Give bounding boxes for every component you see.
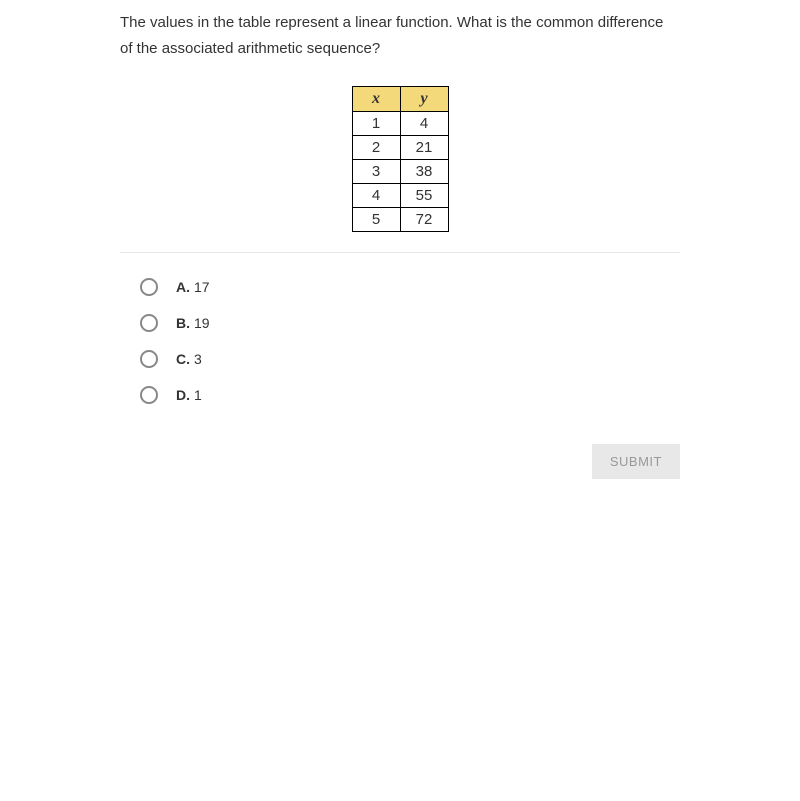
option-label: C.3 [176, 351, 202, 367]
table-wrapper: x y 1 4 2 21 3 38 4 55 [120, 86, 680, 232]
option-letter: D. [176, 387, 190, 403]
table-cell: 38 [400, 160, 448, 184]
option-letter: C. [176, 351, 190, 367]
table-cell: 4 [400, 112, 448, 136]
table-cell: 72 [400, 208, 448, 232]
radio-icon [140, 314, 158, 332]
table-cell: 21 [400, 136, 448, 160]
submit-button[interactable]: SUBMIT [592, 444, 680, 479]
question-container: The values in the table represent a line… [0, 0, 800, 479]
table-cell: 4 [352, 184, 400, 208]
options-list: A.17 B.19 C.3 D.1 [120, 278, 680, 404]
table-row: 4 55 [352, 184, 448, 208]
option-text: 1 [194, 387, 202, 403]
radio-icon [140, 350, 158, 368]
table-cell: 1 [352, 112, 400, 136]
option-b[interactable]: B.19 [140, 314, 680, 332]
option-label: B.19 [176, 315, 210, 331]
data-table: x y 1 4 2 21 3 38 4 55 [352, 86, 449, 232]
divider [120, 252, 680, 253]
option-letter: A. [176, 279, 190, 295]
radio-icon [140, 386, 158, 404]
table-cell: 5 [352, 208, 400, 232]
option-d[interactable]: D.1 [140, 386, 680, 404]
table-row: 5 72 [352, 208, 448, 232]
table-row: 1 4 [352, 112, 448, 136]
option-a[interactable]: A.17 [140, 278, 680, 296]
table-cell: 3 [352, 160, 400, 184]
table-header-y: y [400, 87, 448, 112]
option-text: 17 [194, 279, 210, 295]
option-text: 19 [194, 315, 210, 331]
question-text: The values in the table represent a line… [120, 10, 680, 61]
radio-icon [140, 278, 158, 296]
table-row: 3 38 [352, 160, 448, 184]
option-c[interactable]: C.3 [140, 350, 680, 368]
option-label: A.17 [176, 279, 210, 295]
submit-wrapper: SUBMIT [120, 444, 680, 479]
table-header-row: x y [352, 87, 448, 112]
table-cell: 55 [400, 184, 448, 208]
table-cell: 2 [352, 136, 400, 160]
table-row: 2 21 [352, 136, 448, 160]
option-letter: B. [176, 315, 190, 331]
option-text: 3 [194, 351, 202, 367]
option-label: D.1 [176, 387, 202, 403]
table-header-x: x [352, 87, 400, 112]
